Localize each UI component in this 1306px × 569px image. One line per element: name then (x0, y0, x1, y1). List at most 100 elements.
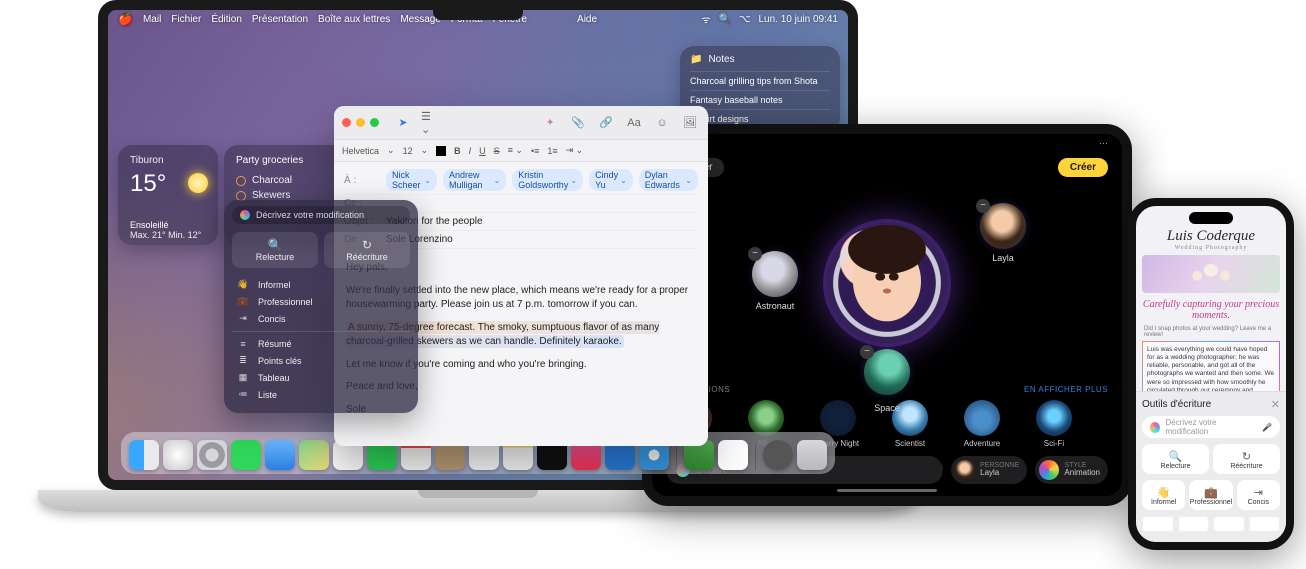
reminder-checkbox-icon[interactable] (236, 176, 246, 186)
zoom-window-button[interactable] (370, 118, 379, 127)
reminder-checkbox-icon[interactable] (236, 191, 246, 201)
rewrite-button[interactable]: ↻ Réécriture (1213, 444, 1280, 474)
dock-app-mail[interactable] (265, 440, 295, 470)
table-icon: ▦ (236, 372, 250, 383)
ingredient-bubble-space[interactable]: − (864, 349, 910, 395)
proofread-button[interactable]: 🔍 Relecture (232, 232, 318, 268)
send-button[interactable]: ➤ (393, 114, 413, 132)
recipient-token[interactable]: Dylan Edwards (639, 169, 698, 191)
font-size-select[interactable]: 12 (403, 146, 413, 156)
ingredient-bubble-layla[interactable]: − (980, 203, 1026, 249)
writing-tools-prompt[interactable]: Décrivez votre modification (232, 206, 410, 224)
menubar-item[interactable]: Présentation (252, 14, 308, 25)
recipient-token[interactable]: Andrew Mulligan (443, 169, 506, 191)
menubar-datetime[interactable]: Lun. 10 juin 09:41 (758, 14, 838, 25)
rewrite-icon: ↻ (1213, 450, 1280, 463)
menubar-item[interactable]: Édition (211, 14, 242, 25)
sheet-prompt-input[interactable]: Décrivez votre modification 🎤 (1142, 416, 1280, 438)
tool-thumbnail[interactable] (1213, 516, 1245, 532)
menubar-item[interactable]: Fichier (171, 14, 201, 25)
create-button[interactable]: Créer (1058, 158, 1108, 177)
header-fields-toggle[interactable]: ☰ ⌄ (421, 114, 441, 132)
rewrite-button[interactable]: ↻ Réécriture (324, 232, 410, 268)
list-number-button[interactable]: 1≡ (547, 146, 557, 156)
bold-button[interactable]: B (454, 146, 461, 156)
remove-ingredient-icon[interactable]: − (748, 247, 762, 261)
style-professional-button[interactable]: 💼Professionnel (1189, 480, 1232, 510)
style-option-informal[interactable]: 👋Informel (232, 276, 410, 293)
indent-button[interactable]: ⇥ ⌄ (566, 145, 584, 156)
menubar-item[interactable]: Aide (577, 14, 597, 25)
link-button[interactable]: 🔗 (596, 114, 616, 132)
menubar-item[interactable]: Fenêtre (493, 14, 527, 25)
recipient-token[interactable]: Kristin Goldsworthy (512, 169, 583, 191)
tool-keypoints[interactable]: ≣Points clés (232, 352, 410, 369)
summary-icon: ≡ (236, 339, 250, 349)
align-button[interactable]: ≡ ⌄ (508, 145, 523, 156)
tool-list[interactable]: ≔Liste (232, 386, 410, 403)
apple-menu-icon[interactable]: 🍎 (118, 12, 133, 26)
emoji-button[interactable]: ☺ (652, 114, 672, 132)
dock-app-finder[interactable] (129, 440, 159, 470)
underline-button[interactable]: U (479, 146, 486, 156)
weather-range: Max. 21° Min. 12° (130, 230, 206, 240)
attach-button[interactable]: 📎 (568, 114, 588, 132)
show-more-link[interactable]: EN AFFICHER PLUS (1024, 385, 1108, 394)
style-concise-button[interactable]: ⇥Concis (1237, 480, 1280, 510)
menubar-app-name[interactable]: Mail (143, 14, 161, 25)
weather-widget[interactable]: Tiburon 15° Ensoleillé Max. 21° Min. 12° (118, 145, 218, 245)
color-swatch[interactable] (436, 146, 446, 156)
dock-app-messages[interactable] (231, 440, 261, 470)
note-row[interactable]: Charcoal grilling tips from Shota (690, 71, 830, 90)
ingredient-label: Astronaut (745, 301, 805, 311)
wifi-icon[interactable]: ᯤ (701, 12, 710, 26)
minimize-window-button[interactable] (356, 118, 365, 127)
tool-thumbnail[interactable] (1178, 516, 1210, 532)
dock-recent-app[interactable] (718, 440, 748, 470)
tool-summary[interactable]: ≡Résumé (232, 336, 410, 352)
photo-button[interactable]: 🖼 (680, 114, 700, 132)
tool-thumbnail[interactable] (1249, 516, 1281, 532)
strike-button[interactable]: S (494, 146, 500, 156)
ingredient-bubble-astronaut[interactable]: − (752, 251, 798, 297)
format-toggle-button[interactable]: Aa (624, 114, 644, 132)
font-select[interactable]: Helvetica (342, 146, 379, 156)
person-chip[interactable]: PERSONNELayla (951, 456, 1027, 484)
main-generated-image[interactable] (827, 223, 947, 343)
dock-app-maps[interactable] (299, 440, 329, 470)
tool-thumbnail[interactable] (1142, 516, 1174, 532)
dock-trash[interactable] (797, 440, 827, 470)
close-sheet-icon[interactable]: ✕ (1271, 398, 1280, 411)
remove-ingredient-icon[interactable]: − (976, 199, 990, 213)
ipad-more-icon[interactable]: ⋯ (1099, 138, 1108, 152)
recipient-token[interactable]: Cindy Yu (589, 169, 633, 191)
microphone-icon[interactable]: 🎤 (1262, 423, 1272, 432)
control-center-icon[interactable]: ⌥ (739, 14, 751, 25)
window-traffic-lights (342, 118, 379, 127)
spotlight-icon[interactable]: 🔍 (719, 14, 731, 25)
note-row[interactable]: Fantasy baseball notes (690, 90, 830, 109)
dock-app-settings[interactable] (197, 440, 227, 470)
close-window-button[interactable] (342, 118, 351, 127)
tool-table[interactable]: ▦Tableau (232, 369, 410, 386)
list-bullet-button[interactable]: •≡ (531, 146, 539, 156)
recipient-token[interactable]: Nick Scheer (386, 169, 437, 191)
menubar-item[interactable]: Boîte aux lettres (318, 14, 390, 25)
menubar-item[interactable]: Format (451, 14, 483, 25)
ai-compose-icon[interactable]: ✦ (540, 114, 560, 132)
proofread-button[interactable]: 🔍 Relecture (1142, 444, 1209, 474)
suggestion-item[interactable]: Adventure (954, 400, 1010, 448)
style-option-professional[interactable]: 💼Professionnel (232, 293, 410, 310)
remove-ingredient-icon[interactable]: − (860, 345, 874, 359)
style-chip[interactable]: STYLEAnimation (1035, 456, 1108, 484)
ingredient-label: Layla (973, 253, 1033, 263)
menubar-item[interactable]: Message (400, 14, 441, 25)
dock-app-launchpad[interactable] (163, 440, 193, 470)
mail-to-row[interactable]: À : Nick Scheer Andrew Mulligan Kristin … (344, 166, 698, 195)
style-option-concise[interactable]: ⇥Concis (232, 310, 410, 327)
suggestion-item[interactable]: Sci-Fi (1026, 400, 1082, 448)
dock-downloads[interactable] (763, 440, 793, 470)
home-indicator[interactable] (837, 489, 937, 492)
style-informal-button[interactable]: 👋Informel (1142, 480, 1185, 510)
italic-button[interactable]: I (469, 146, 472, 156)
